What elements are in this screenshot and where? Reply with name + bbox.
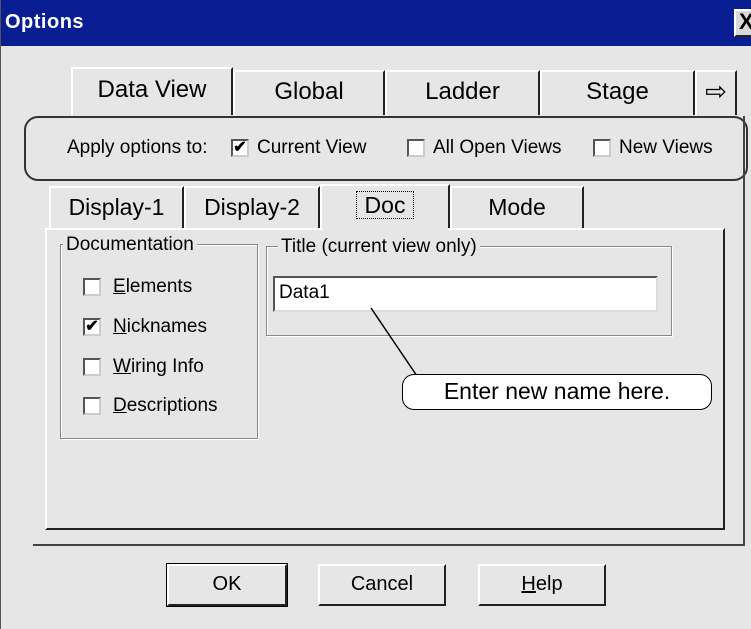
new-views-checkbox[interactable] — [593, 139, 611, 157]
documentation-legend: Documentation — [63, 234, 197, 256]
wiring-info-option[interactable]: Wiring Info — [83, 356, 204, 378]
ok-button-label: OK — [212, 573, 242, 595]
tab-stage[interactable]: Stage — [540, 70, 695, 115]
help-button-label: Help — [521, 573, 563, 595]
apply-options-label: Apply options to: — [67, 137, 208, 158]
new-views-label: New Views — [619, 137, 713, 158]
close-icon: X — [739, 9, 751, 34]
tab-display-2-label: Display-2 — [204, 194, 300, 220]
frame-bottom-line — [33, 544, 743, 546]
title-input[interactable]: Data1 — [273, 276, 658, 312]
new-views-option[interactable]: New Views — [593, 137, 713, 159]
tab-mode[interactable]: Mode — [450, 186, 584, 228]
wiring-info-checkbox[interactable] — [83, 358, 101, 376]
tab-global-label: Global — [274, 78, 344, 105]
nicknames-label: Nicknames — [113, 316, 207, 337]
tab-data-view-label: Data View — [97, 76, 207, 103]
cancel-button[interactable]: Cancel — [318, 564, 446, 606]
descriptions-label: Descriptions — [113, 395, 218, 416]
tab-global[interactable]: Global — [233, 70, 385, 115]
help-button[interactable]: Help — [478, 564, 606, 606]
tab-left-stub — [37, 67, 73, 115]
all-open-views-option[interactable]: All Open Views — [407, 137, 562, 159]
title-input-value: Data1 — [279, 282, 330, 303]
ok-button[interactable]: OK — [166, 563, 288, 607]
options-dialog: Options X Data View Global Ladder Stage … — [0, 0, 751, 629]
tab-scroll-button[interactable]: ⇨ — [695, 70, 737, 115]
tab-data-view[interactable]: Data View — [71, 67, 233, 115]
active-tab-join — [322, 226, 448, 230]
elements-label: Elements — [113, 276, 193, 297]
all-open-views-checkbox[interactable] — [407, 139, 425, 157]
tab-stage-label: Stage — [586, 78, 649, 105]
tab-ladder-label: Ladder — [425, 78, 500, 105]
tab-doc-label: Doc — [355, 191, 415, 219]
tab-doc[interactable]: Doc — [320, 184, 450, 230]
tab-display-1-label: Display-1 — [68, 194, 165, 220]
frame-right-line — [743, 116, 745, 546]
nicknames-checkbox[interactable]: ✔ — [83, 318, 101, 336]
tab-display-2[interactable]: Display-2 — [184, 186, 320, 228]
descriptions-option[interactable]: Descriptions — [83, 395, 218, 417]
callout-bubble: Enter new name here. — [402, 374, 712, 410]
wiring-info-label: Wiring Info — [113, 356, 204, 377]
elements-option[interactable]: Elements — [83, 276, 192, 298]
title-legend: Title (current view only) — [278, 236, 480, 258]
nicknames-option[interactable]: ✔ Nicknames — [83, 316, 207, 338]
callout-pointer — [370, 307, 418, 377]
window-title: Options — [5, 11, 85, 33]
elements-checkbox[interactable] — [83, 278, 101, 296]
close-button[interactable]: X — [734, 9, 751, 37]
current-view-label: Current View — [257, 137, 367, 158]
arrow-right-icon: ⇨ — [705, 76, 727, 106]
tab-display-1[interactable]: Display-1 — [49, 186, 184, 228]
callout-text: Enter new name here. — [443, 378, 671, 404]
title-bar: Options X — [1, 0, 751, 46]
descriptions-checkbox[interactable] — [83, 397, 101, 415]
tab-ladder[interactable]: Ladder — [385, 70, 540, 115]
tab-mode-label: Mode — [488, 194, 546, 220]
all-open-views-label: All Open Views — [433, 137, 562, 158]
current-view-checkbox[interactable]: ✔ — [231, 139, 249, 157]
current-view-option[interactable]: ✔ Current View — [231, 137, 366, 159]
cancel-button-label: Cancel — [350, 573, 414, 595]
